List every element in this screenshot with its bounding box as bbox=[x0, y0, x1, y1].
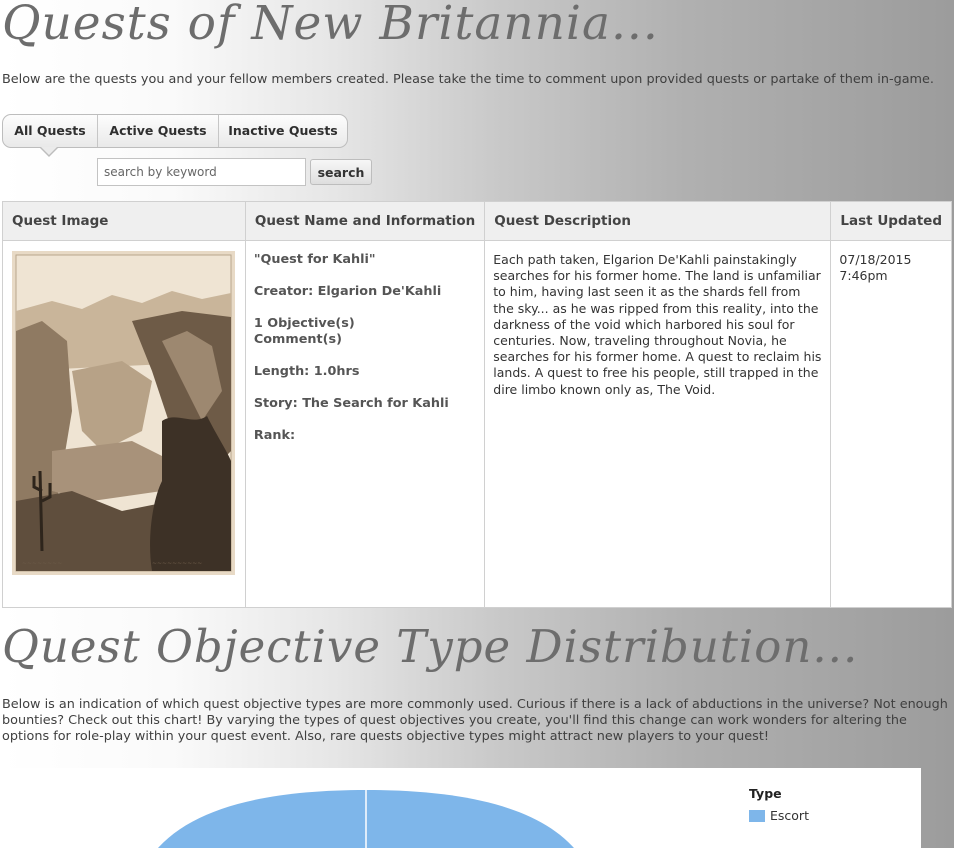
quest-image[interactable]: ~~~~~~~~ ~~~~~~~~~~ bbox=[12, 251, 235, 575]
table-row: ~~~~~~~~ ~~~~~~~~~~ "Quest for Kahli" Cr… bbox=[2, 240, 952, 608]
quests-table: Quest Image Quest Name and Information Q… bbox=[2, 201, 952, 608]
legend-title: Type bbox=[749, 786, 782, 801]
column-header-image: Quest Image bbox=[2, 201, 246, 241]
page-title: Quests of New Britannia... bbox=[2, 0, 659, 51]
tab-all-quests[interactable]: All Quests bbox=[3, 115, 97, 147]
quest-creator: Creator: Elgarion De'Kahli bbox=[253, 284, 442, 299]
quest-length: Length: 1.0hrs bbox=[253, 364, 360, 379]
quest-image-cell: ~~~~~~~~ ~~~~~~~~~~ bbox=[2, 240, 246, 608]
search-input[interactable] bbox=[97, 158, 306, 186]
legend-item-escort[interactable]: Escort bbox=[749, 808, 809, 823]
quest-filter-tabs: All Quests Active Quests Inactive Quests bbox=[2, 114, 348, 148]
distribution-title: Quest Objective Type Distribution... bbox=[2, 620, 859, 673]
quest-rank: Rank: bbox=[253, 428, 296, 443]
legend-swatch bbox=[749, 809, 765, 822]
quest-comments[interactable]: Comment(s) bbox=[254, 332, 476, 348]
column-header-description: Quest Description bbox=[484, 201, 832, 241]
quest-info-cell: "Quest for Kahli" Creator: Elgarion De'K… bbox=[244, 240, 486, 608]
table-header-row: Quest Image Quest Name and Information Q… bbox=[2, 201, 952, 241]
quest-name[interactable]: "Quest for Kahli" bbox=[254, 252, 476, 268]
column-header-name: Quest Name and Information bbox=[244, 201, 486, 241]
svg-text:~~~~~~~~~~: ~~~~~~~~~~ bbox=[152, 560, 202, 567]
quest-objectives: 1 Objective(s) bbox=[253, 316, 355, 331]
quest-last-updated: 07/18/2015 7:46pm bbox=[830, 240, 952, 608]
quest-description: Each path taken, Elgarion De'Kahli pains… bbox=[484, 240, 832, 608]
page-intro: Below are the quests you and your fellow… bbox=[2, 72, 934, 87]
tab-pointer-arrow bbox=[40, 147, 58, 157]
legend-label: Escort bbox=[770, 808, 809, 823]
tab-inactive-quests[interactable]: Inactive Quests bbox=[218, 115, 347, 147]
updated-time: 7:46pm bbox=[839, 268, 888, 283]
svg-text:~~~~~~~~: ~~~~~~~~ bbox=[22, 560, 62, 567]
quest-story: Story: The Search for Kahli bbox=[253, 396, 449, 411]
tab-active-quests[interactable]: Active Quests bbox=[97, 115, 218, 147]
updated-date: 07/18/2015 bbox=[839, 252, 912, 267]
distribution-intro: Below is an indication of which quest ob… bbox=[2, 697, 948, 744]
column-header-updated: Last Updated bbox=[830, 201, 952, 241]
search-button[interactable]: search bbox=[310, 159, 372, 185]
